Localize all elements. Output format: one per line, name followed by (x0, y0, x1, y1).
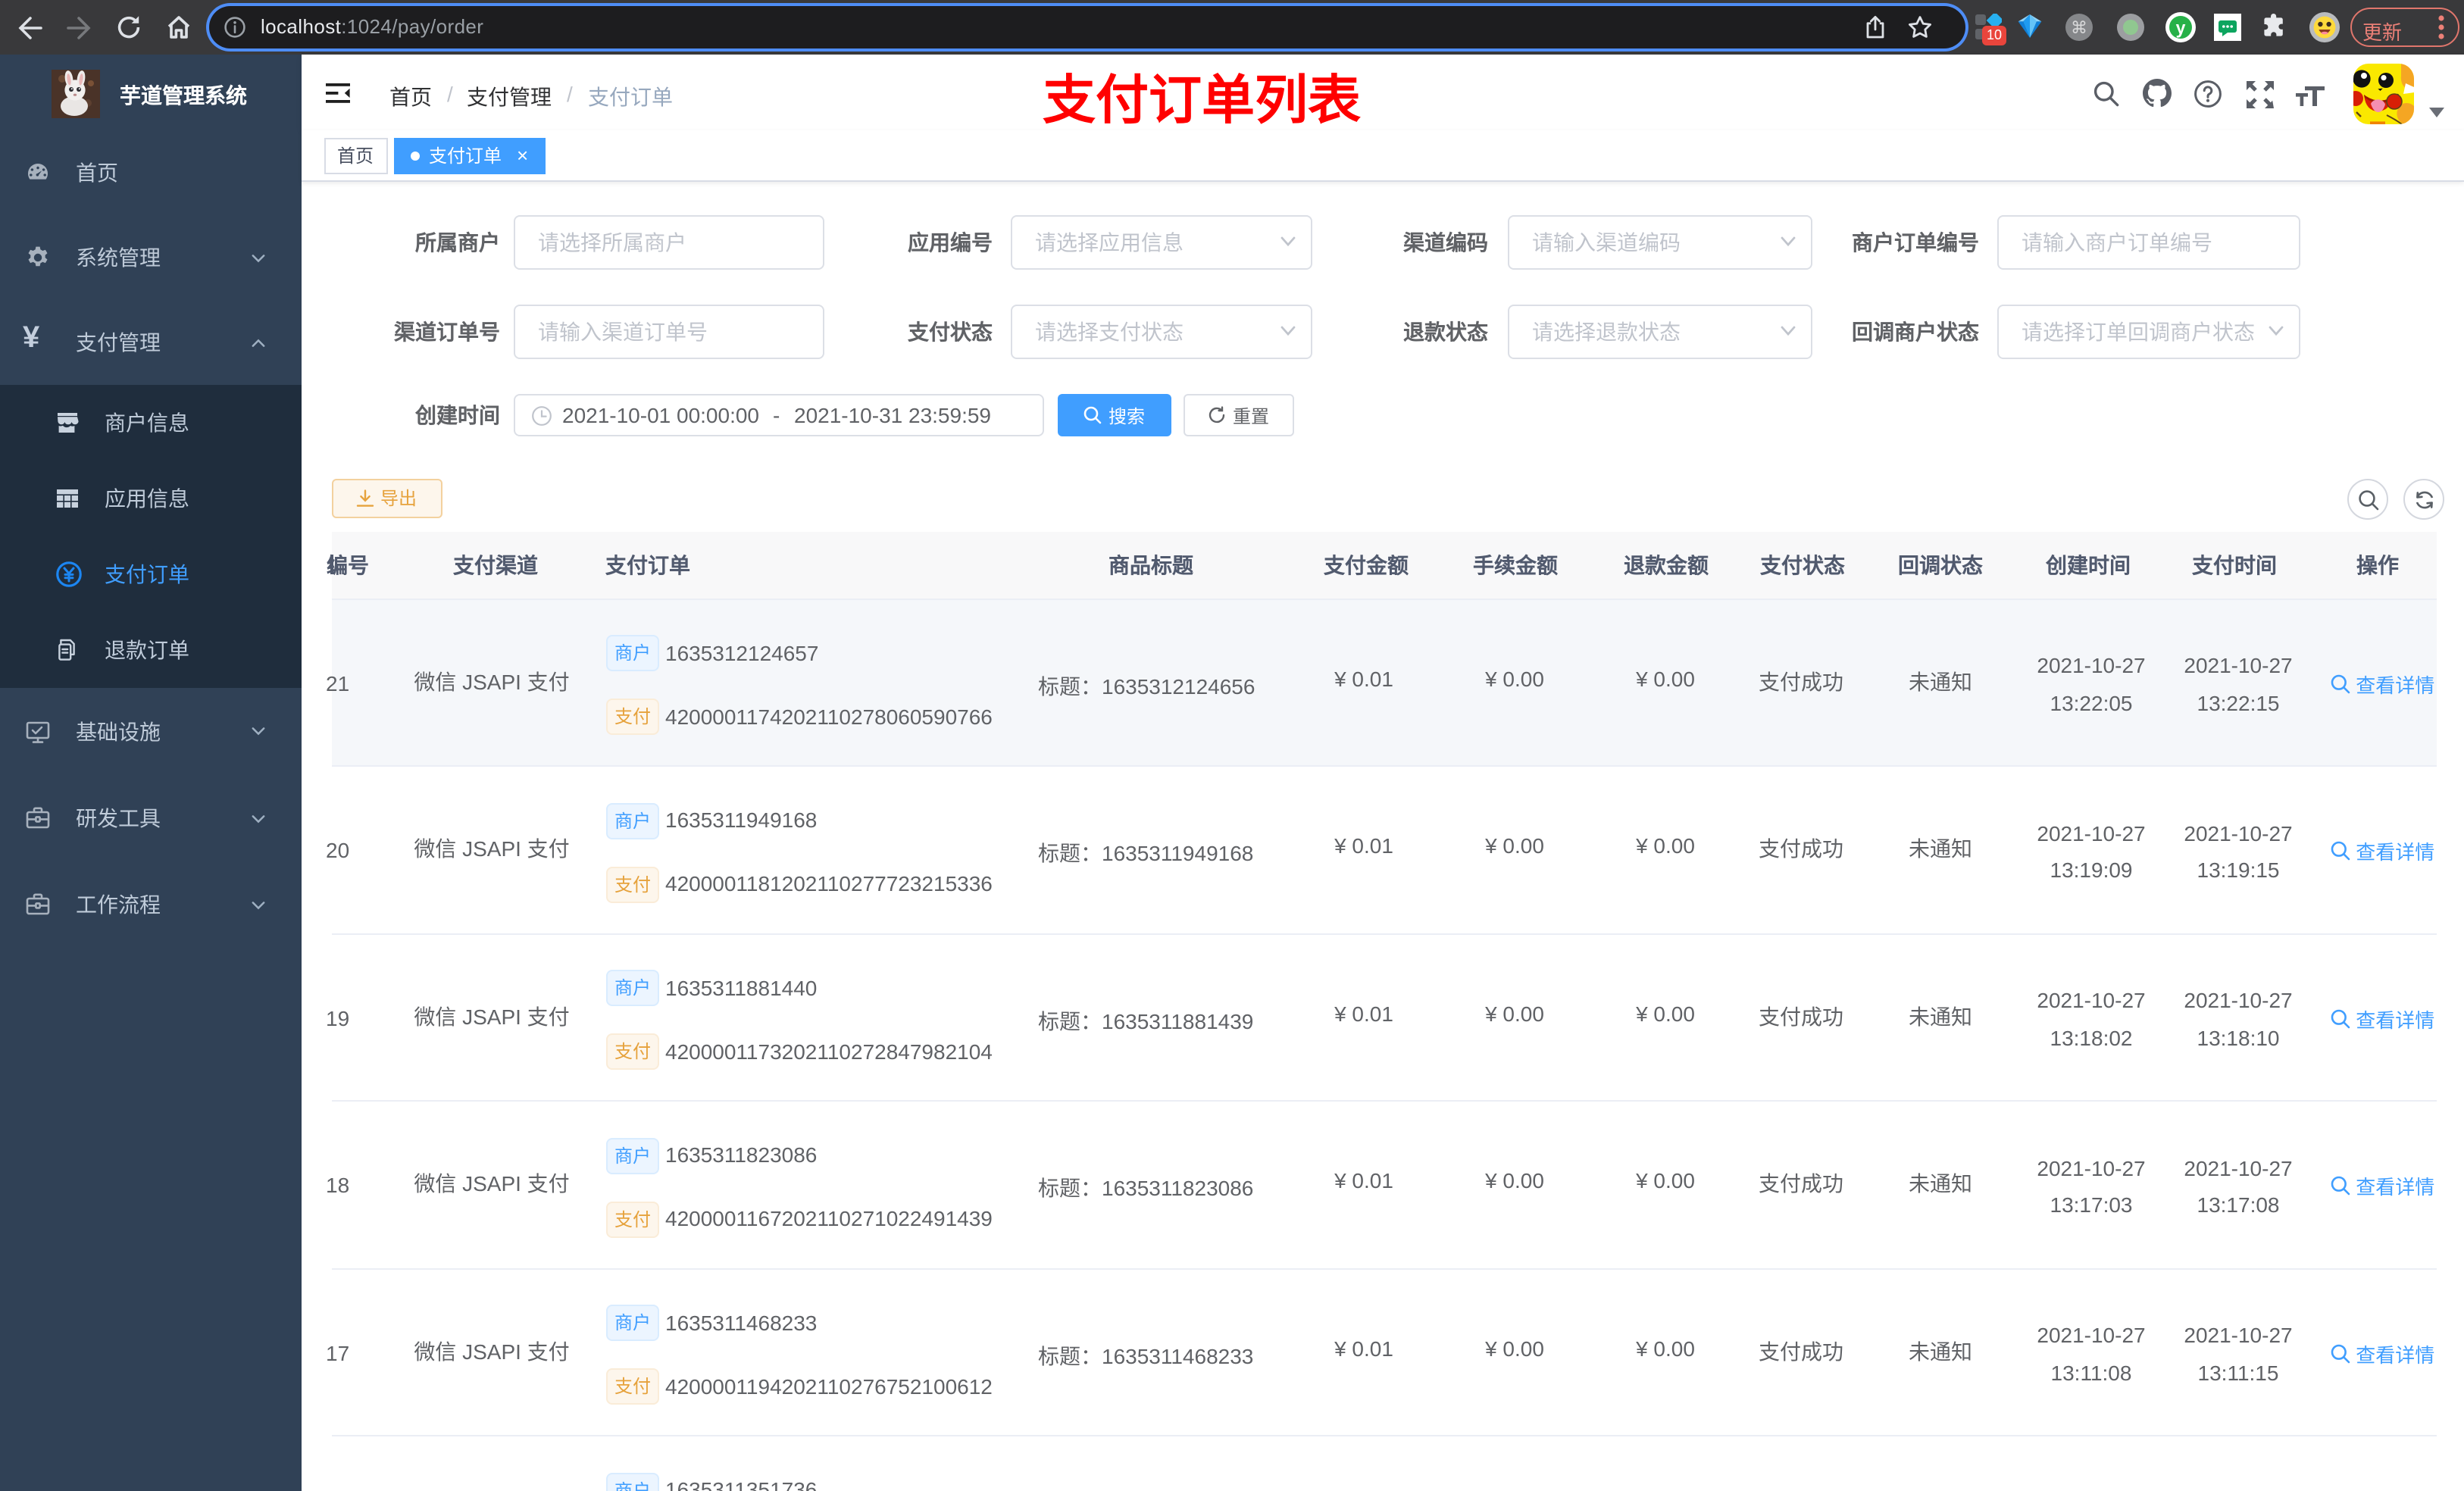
svg-text:⌘: ⌘ (2071, 18, 2087, 37)
svg-text:y: y (2176, 17, 2186, 37)
